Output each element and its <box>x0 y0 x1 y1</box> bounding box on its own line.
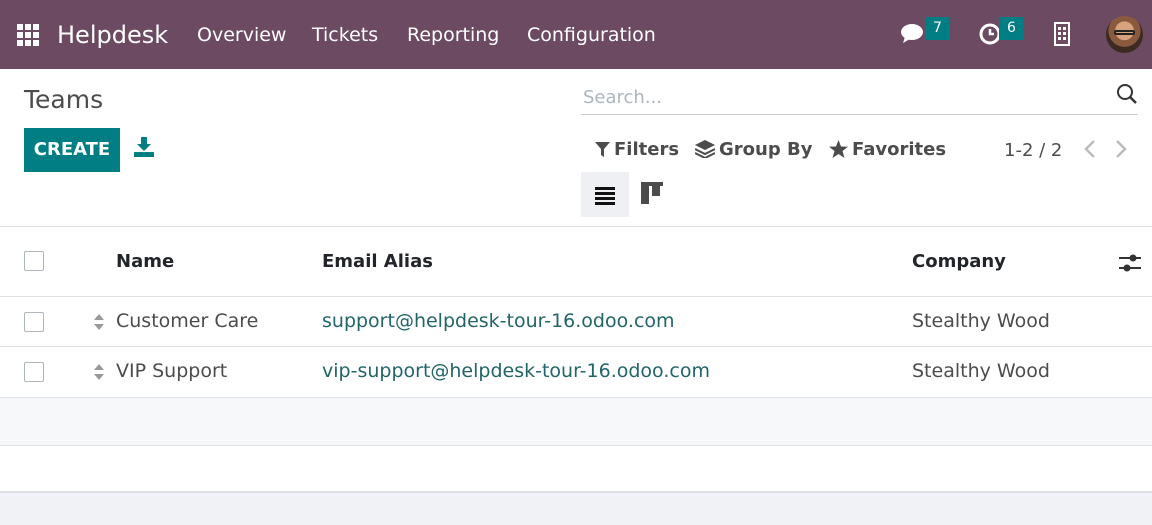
search-icon[interactable] <box>1116 83 1138 105</box>
drag-handle-icon[interactable] <box>93 313 105 331</box>
company-name: Stealthy Wood <box>912 310 1050 332</box>
table-header: Name Email Alias Company <box>0 227 1152 297</box>
search-bar <box>581 81 1138 115</box>
group-by-button[interactable]: Group By <box>695 139 812 160</box>
user-avatar[interactable] <box>1106 16 1143 53</box>
activities-count-badge: 6 <box>999 17 1024 40</box>
team-name: Customer Care <box>116 310 259 332</box>
column-header-email-alias[interactable]: Email Alias <box>322 251 433 272</box>
app-name[interactable]: Helpdesk <box>57 21 168 49</box>
select-all-checkbox[interactable] <box>24 251 44 271</box>
email-alias[interactable]: support@helpdesk-tour-16.odoo.com <box>322 310 675 332</box>
menu-configuration[interactable]: Configuration <box>527 24 656 46</box>
email-alias[interactable]: vip-support@helpdesk-tour-16.odoo.com <box>322 360 710 382</box>
drag-handle-icon[interactable] <box>93 363 105 381</box>
control-panel: Teams CREATE Filters Group By Favorites … <box>0 69 1152 227</box>
list-icon <box>595 187 615 205</box>
chevron-right-icon[interactable] <box>1112 138 1130 160</box>
row-checkbox[interactable] <box>24 362 44 382</box>
favorites-button[interactable]: Favorites <box>829 139 946 160</box>
menu-reporting[interactable]: Reporting <box>407 24 499 46</box>
filters-button[interactable]: Filters <box>595 139 679 160</box>
top-navbar: Helpdesk Overview Tickets Reporting Conf… <box>0 0 1152 69</box>
group-by-label: Group By <box>719 139 813 160</box>
pager-value[interactable]: 1-2 / 2 <box>1004 140 1062 161</box>
company-switcher[interactable] <box>1053 22 1071 50</box>
favorites-label: Favorites <box>852 139 947 160</box>
filters-label: Filters <box>614 139 680 160</box>
download-icon[interactable] <box>133 136 155 158</box>
page-title: Teams <box>24 85 104 114</box>
chat-icon <box>901 24 923 43</box>
column-header-company[interactable]: Company <box>912 251 1006 272</box>
menu-tickets[interactable]: Tickets <box>312 24 378 46</box>
create-button[interactable]: CREATE <box>24 128 120 172</box>
company-name: Stealthy Wood <box>912 360 1050 382</box>
empty-row <box>0 398 1152 446</box>
table-row[interactable]: Customer Care support@helpdesk-tour-16.o… <box>0 297 1152 347</box>
team-name: VIP Support <box>116 360 228 382</box>
messages-count-badge: 7 <box>925 17 950 40</box>
messages-menu[interactable] <box>900 20 928 50</box>
sliders-icon[interactable] <box>1119 253 1141 273</box>
menu-overview[interactable]: Overview <box>197 24 286 46</box>
search-input[interactable] <box>583 85 1103 109</box>
kanban-view-button[interactable] <box>629 172 677 217</box>
star-icon <box>829 140 848 158</box>
column-header-name[interactable]: Name <box>116 251 174 272</box>
layers-icon <box>695 140 715 158</box>
teams-list: Name Email Alias Company Customer Care s… <box>0 227 1152 493</box>
building-icon <box>1054 22 1070 46</box>
chevron-left-icon[interactable] <box>1081 138 1099 160</box>
list-view-button[interactable] <box>581 172 629 217</box>
table-row[interactable]: VIP Support vip-support@helpdesk-tour-16… <box>0 347 1152 398</box>
apps-icon[interactable] <box>17 24 39 46</box>
kanban-icon <box>641 182 663 204</box>
row-checkbox[interactable] <box>24 312 44 332</box>
filter-icon <box>595 142 610 157</box>
